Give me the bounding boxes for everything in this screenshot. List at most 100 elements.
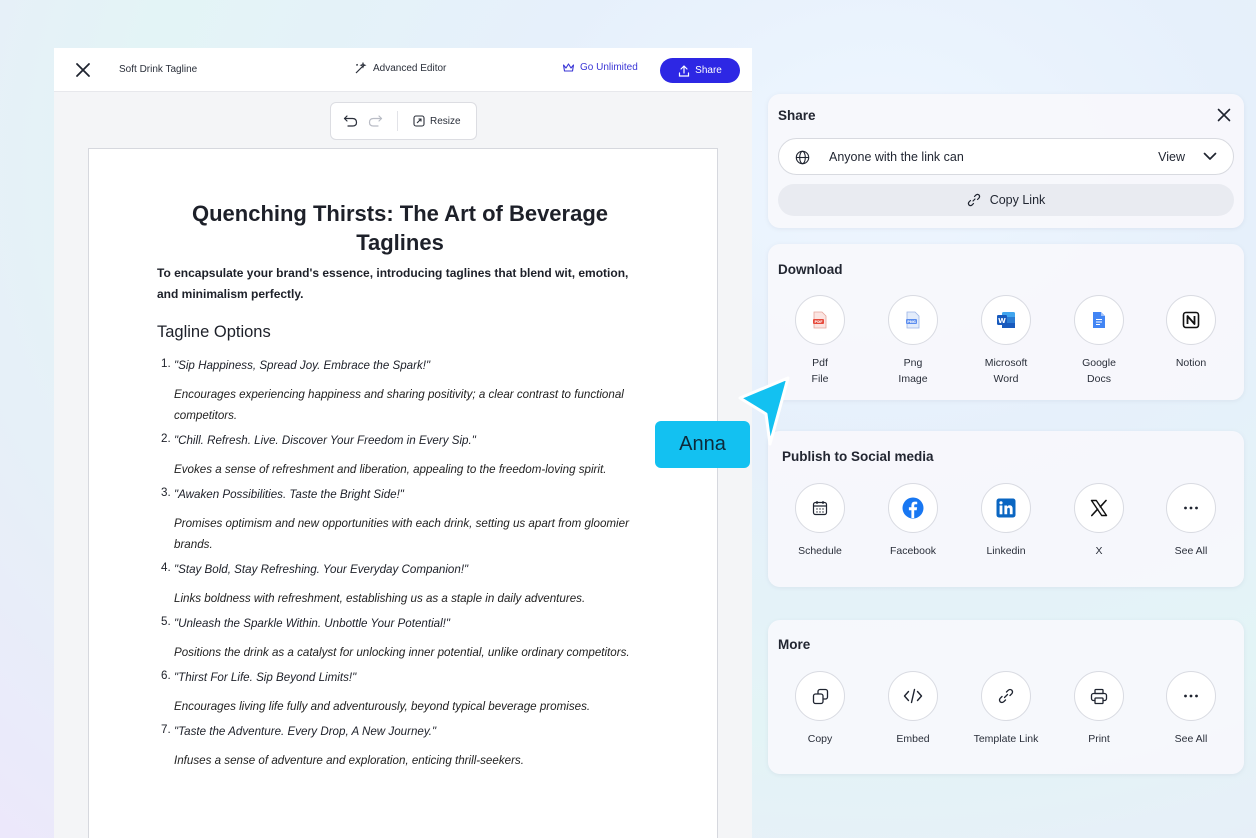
share-button[interactable]: Share <box>660 58 740 83</box>
download-notion-circle <box>1166 295 1216 345</box>
pdf-file-icon: PDF <box>813 311 827 329</box>
schedule-button[interactable]: Schedule <box>775 483 865 559</box>
google-docs-icon <box>1093 312 1105 328</box>
print-circle <box>1074 671 1124 721</box>
upload-icon <box>679 64 690 77</box>
download-notion-button[interactable]: Notion <box>1146 295 1236 371</box>
more-see-all-label: See All <box>1174 733 1208 745</box>
more-see-all-button[interactable]: See All <box>1146 671 1236 747</box>
template-link-button[interactable]: Template Link <box>961 671 1051 747</box>
print-label: Print <box>1088 733 1110 745</box>
list-item-tagline: "Stay Bold, Stay Refreshing. Your Everyd… <box>174 563 469 576</box>
download-google-docs-circle <box>1074 295 1124 345</box>
link-icon <box>967 193 980 207</box>
copy-icon <box>812 688 828 704</box>
download-google-docs-label: Google Docs <box>1082 357 1116 385</box>
resize-icon <box>413 115 425 127</box>
download-word-button[interactable]: W Microsoft Word <box>961 295 1051 387</box>
globe-icon <box>795 150 810 165</box>
print-button[interactable]: Print <box>1054 671 1144 747</box>
x-button[interactable]: X <box>1054 483 1144 559</box>
share-panel-title: Share <box>778 108 816 123</box>
download-word-label: Microsoft Word <box>984 357 1028 385</box>
section-heading: Tagline Options <box>157 323 271 341</box>
copy-button[interactable]: Copy <box>775 671 865 747</box>
social-see-all-circle <box>1166 483 1216 533</box>
more-panel: More Copy Embed Template Link Print See … <box>768 620 1244 774</box>
code-icon <box>903 688 923 704</box>
linkedin-button[interactable]: Linkedin <box>961 483 1051 559</box>
list-item-number: 4. <box>161 561 171 574</box>
list-item-tagline: "Taste the Adventure. Every Drop, A New … <box>174 725 437 738</box>
schedule-circle <box>795 483 845 533</box>
social-see-all-button[interactable]: See All <box>1146 483 1236 559</box>
calendar-icon <box>812 501 828 516</box>
go-unlimited-label: Go Unlimited <box>580 62 638 73</box>
list-item-description: Evokes a sense of refreshment and libera… <box>174 463 607 476</box>
copy-link-label: Copy Link <box>989 193 1046 207</box>
list-item: 2. "Chill. Refresh. Live. Discover Your … <box>157 432 657 480</box>
download-pdf-circle: PDF <box>795 295 845 345</box>
more-panel-title: More <box>778 637 811 652</box>
list-item-number: 6. <box>161 669 171 682</box>
facebook-button[interactable]: Facebook <box>868 483 958 559</box>
permission-label: Anyone with the link can <box>829 150 964 164</box>
advanced-editor-button[interactable]: Advanced Editor <box>354 62 446 75</box>
tagline-list: 1. "Sip Happiness, Spread Joy. Embrace t… <box>157 357 657 777</box>
microsoft-word-icon: W <box>997 312 1015 328</box>
notion-icon <box>1182 311 1200 329</box>
advanced-editor-label: Advanced Editor <box>373 63 447 74</box>
template-link-circle <box>981 671 1031 721</box>
x-icon <box>1090 499 1108 517</box>
embed-label: Embed <box>896 733 930 745</box>
download-google-docs-button[interactable]: Google Docs <box>1054 295 1144 387</box>
close-icon[interactable] <box>1216 107 1232 123</box>
more-icon <box>1184 506 1198 510</box>
social-panel-title: Publish to Social media <box>782 449 934 464</box>
template-link-label: Template Link <box>973 733 1039 745</box>
linkedin-icon <box>996 498 1016 518</box>
download-png-button[interactable]: PNG Png Image <box>868 295 958 387</box>
more-icon <box>1184 694 1198 698</box>
list-item-number: 2. <box>161 432 171 445</box>
list-item-tagline: "Thirst For Life. Sip Beyond Limits!" <box>174 671 357 684</box>
download-png-label: Png Image <box>898 357 928 385</box>
crown-icon <box>562 63 575 72</box>
linkedin-circle <box>981 483 1031 533</box>
chevron-down-icon <box>1203 152 1217 160</box>
social-see-all-label: See All <box>1174 545 1208 557</box>
copy-link-button[interactable]: Copy Link <box>778 184 1234 216</box>
svg-text:PDF: PDF <box>814 320 823 324</box>
download-word-circle: W <box>981 295 1031 345</box>
x-circle <box>1074 483 1124 533</box>
list-item-number: 1. <box>161 357 171 370</box>
go-unlimited-button[interactable]: Go Unlimited <box>562 62 638 73</box>
magic-wand-icon <box>355 62 367 74</box>
schedule-label: Schedule <box>798 545 842 557</box>
undo-icon[interactable] <box>343 114 358 128</box>
editor-toolbar: Resize <box>330 102 477 140</box>
redo-icon[interactable] <box>368 114 383 128</box>
editor-topbar: Soft Drink Tagline Advanced Editor Go Un… <box>54 48 752 92</box>
copy-label: Copy <box>807 733 833 745</box>
link-permission-select[interactable]: Anyone with the link can View <box>778 138 1234 175</box>
list-item-tagline: "Sip Happiness, Spread Joy. Embrace the … <box>174 359 431 372</box>
list-item: 6. "Thirst For Life. Sip Beyond Limits!"… <box>157 669 657 717</box>
share-panel: Share Anyone with the link can View Copy… <box>768 94 1244 228</box>
list-item: 3. "Awaken Possibilities. Taste the Brig… <box>157 486 657 555</box>
link-icon <box>998 688 1014 704</box>
list-item: 7. "Taste the Adventure. Every Drop, A N… <box>157 723 657 771</box>
svg-text:PNG: PNG <box>907 320 916 324</box>
facebook-icon <box>902 497 924 519</box>
list-item-number: 7. <box>161 723 171 736</box>
list-item-description: Infuses a sense of adventure and explora… <box>174 754 524 767</box>
document-title[interactable]: Soft Drink Tagline <box>119 64 197 75</box>
list-item-number: 3. <box>161 486 171 499</box>
list-item-tagline: "Unleash the Sparkle Within. Unbottle Yo… <box>174 617 451 630</box>
embed-button[interactable]: Embed <box>868 671 958 747</box>
svg-text:W: W <box>998 317 1006 325</box>
close-icon[interactable] <box>74 61 92 79</box>
document-page[interactable]: Quenching Thirsts: The Art of Beverage T… <box>88 148 718 838</box>
list-item: 4. "Stay Bold, Stay Refreshing. Your Eve… <box>157 561 657 609</box>
resize-button[interactable]: Resize <box>413 115 461 127</box>
